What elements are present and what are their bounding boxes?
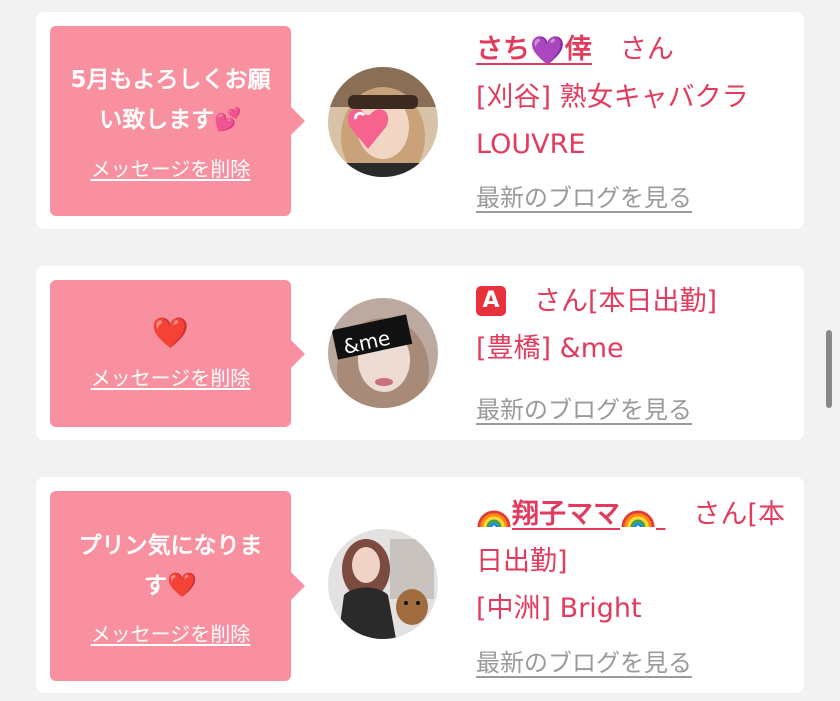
avatar[interactable]: &me (328, 298, 438, 408)
shop-name: LOUVRE (476, 129, 586, 160)
user-name-link[interactable]: 翔子ママ (476, 499, 665, 530)
honorific: さん[本 (693, 499, 785, 530)
honorific: さん (619, 34, 674, 65)
delete-message-link[interactable]: メッセージを削除 (91, 362, 251, 391)
message-text: ❤️ (152, 316, 189, 356)
rainbow-icon (477, 510, 511, 528)
message-bubble: 5月もよろしくお願い致します💕 メッセージを削除 (50, 26, 305, 216)
user-info: さち💜倖 さん [刈谷] 熟女キャバクラ LOUVRE (476, 26, 796, 168)
shop-line: [豊橋] &me (476, 333, 624, 364)
shop-line: [中洲] Bright (476, 593, 642, 624)
user-name-link[interactable]: A (476, 286, 506, 317)
avatar[interactable] (328, 67, 438, 177)
shop-line: [刈谷] 熟女キャバクラ (476, 82, 749, 113)
delete-message-link[interactable]: メッセージを削除 (91, 618, 251, 647)
message-bubble: ❤️ メッセージを削除 (50, 280, 305, 427)
user-info: 翔子ママ さん[本 日出勤] [中洲] Bright (476, 491, 796, 632)
a-badge-icon: A (476, 286, 506, 316)
honorific: さん[本日出勤] (534, 286, 718, 317)
honorific-continued: 日出勤] (476, 546, 568, 577)
user-info: A さん[本日出勤] [豊橋] &me (476, 278, 796, 372)
message-card: ❤️ メッセージを削除 &me A さん[本日出勤] [豊橋] &me 最新のブロ… (36, 266, 804, 440)
heart-icon: ❤️ (167, 570, 197, 599)
message-text: プリン気になりま す❤️ (78, 532, 263, 599)
heart-icon: ❤️ (151, 316, 190, 351)
latest-blog-link[interactable]: 最新のブログを見る (476, 390, 692, 425)
message-text: 5月もよろしくお願い致します💕 (70, 67, 271, 133)
avatar[interactable] (328, 529, 438, 639)
rainbow-icon (621, 510, 655, 528)
message-bubble: プリン気になりま す❤️ メッセージを削除 (50, 491, 305, 681)
latest-blog-link[interactable]: 最新のブログを見る (476, 643, 692, 678)
delete-message-link[interactable]: メッセージを削除 (91, 153, 251, 182)
purple-heart-icon: 💜 (530, 34, 565, 67)
scrollbar[interactable] (826, 330, 832, 408)
user-name-link[interactable]: さち💜倖 (476, 34, 592, 67)
two-hearts-icon: 💕 (214, 108, 242, 133)
message-card: プリン気になりま す❤️ メッセージを削除 翔子ママ さん[本 日出勤] [中洲… (36, 477, 804, 693)
latest-blog-link[interactable]: 最新のブログを見る (476, 178, 692, 213)
message-card: 5月もよろしくお願い致します💕 メッセージを削除 さち💜倖 さん [刈谷] 熟女キ… (36, 12, 804, 229)
